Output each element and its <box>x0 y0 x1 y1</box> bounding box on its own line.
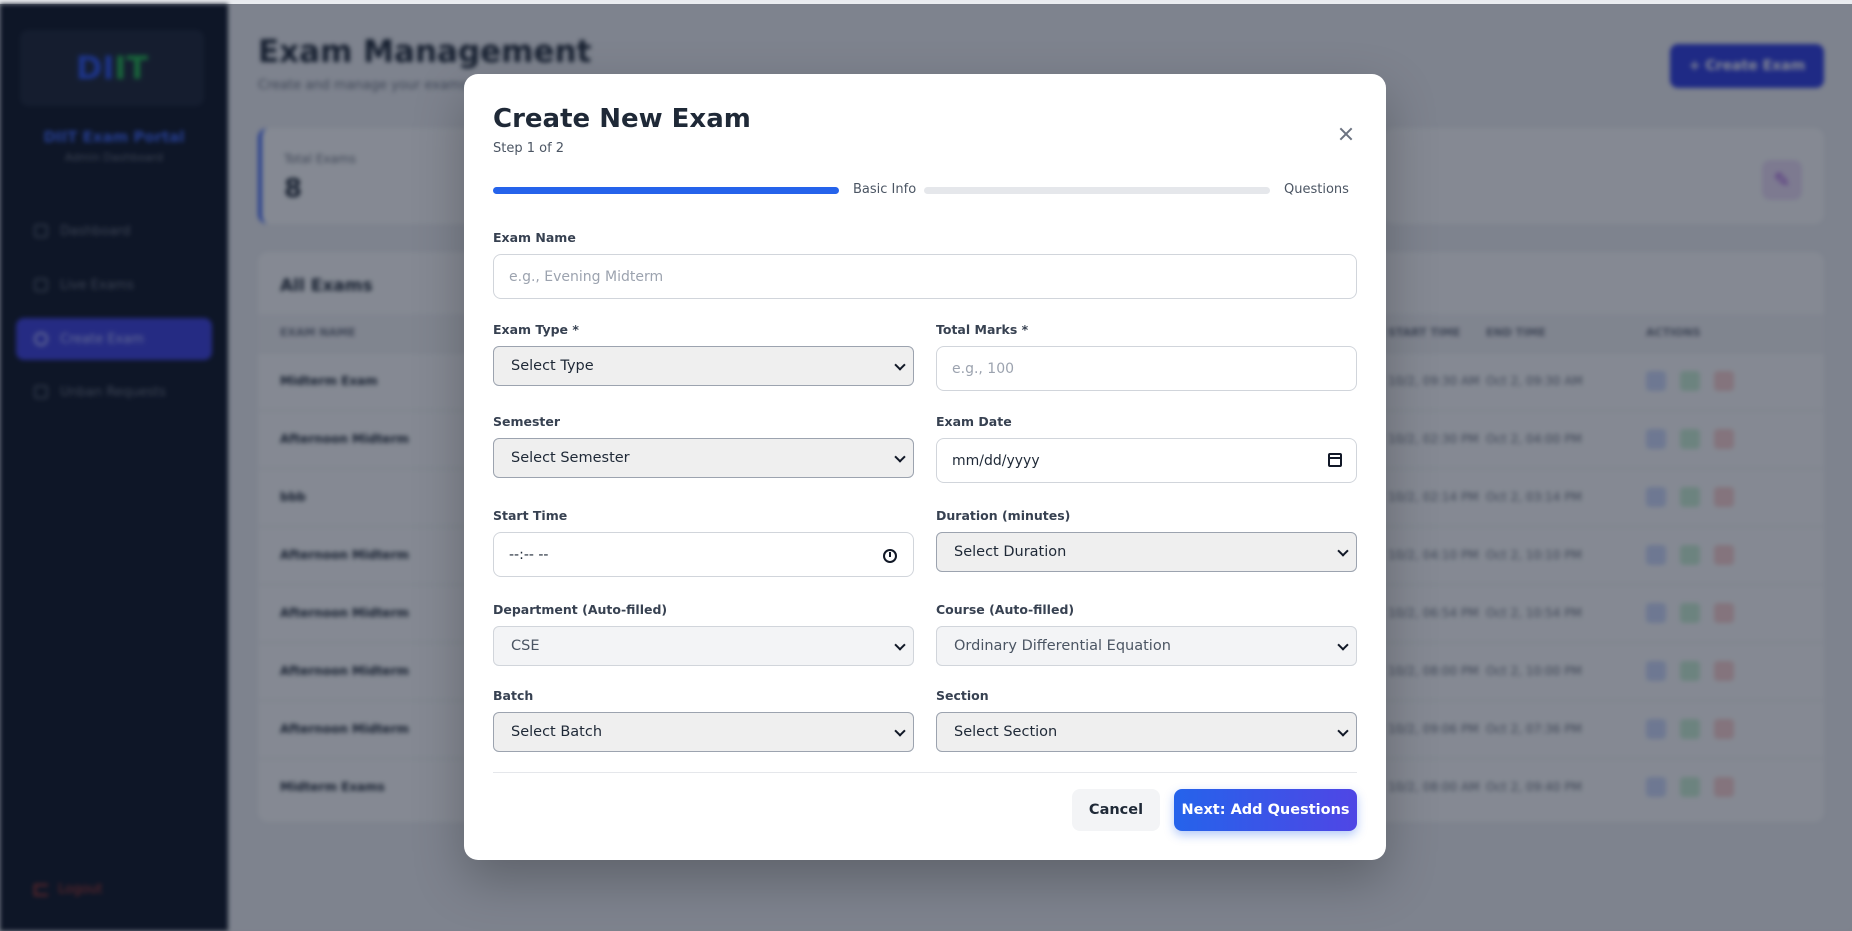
department-select[interactable]: CSE <box>493 626 914 666</box>
exam-date-label: Exam Date <box>936 414 1012 429</box>
chevron-down-icon <box>1337 725 1349 737</box>
total-marks-placeholder: e.g., 100 <box>952 360 1015 377</box>
total-marks-label: Total Marks * <box>936 322 1029 337</box>
semester-select[interactable]: Select Semester <box>493 438 914 478</box>
chevron-down-icon <box>894 725 906 737</box>
course-select[interactable]: Ordinary Differential Equation <box>936 626 1357 666</box>
chevron-down-icon <box>894 639 906 651</box>
batch-select[interactable]: Select Batch <box>493 712 914 752</box>
exam-type-select[interactable]: Select Type <box>493 346 914 386</box>
exam-name-label: Exam Name <box>493 230 576 245</box>
chevron-down-icon <box>894 359 906 371</box>
exam-name-placeholder: e.g., Evening Midterm <box>509 268 664 285</box>
chevron-down-icon <box>1337 639 1349 651</box>
exam-type-label: Exam Type * <box>493 322 579 337</box>
exam-date-input[interactable]: mm/dd/yyyy <box>936 438 1357 483</box>
step-label-basic-info: Basic Info <box>853 182 917 197</box>
next-add-questions-button[interactable]: Next: Add Questions <box>1174 789 1357 831</box>
chevron-down-icon <box>1337 545 1349 557</box>
section-label: Section <box>936 688 989 703</box>
clock-icon[interactable] <box>883 549 897 563</box>
step-label-questions: Questions <box>1284 182 1349 197</box>
start-time-label: Start Time <box>493 508 568 523</box>
footer-divider <box>493 772 1357 773</box>
duration-select[interactable]: Select Duration <box>936 532 1357 572</box>
semester-label: Semester <box>493 414 561 429</box>
step-indicator: Step 1 of 2 <box>493 141 565 156</box>
close-icon[interactable] <box>1332 120 1360 148</box>
exam-name-input[interactable]: e.g., Evening Midterm <box>493 254 1357 299</box>
batch-label: Batch <box>493 688 534 703</box>
create-exam-modal: Create New Exam Step 1 of 2 Basic Info Q… <box>464 74 1386 860</box>
duration-label: Duration (minutes) <box>936 508 1071 523</box>
chevron-down-icon <box>894 451 906 463</box>
total-marks-input[interactable]: e.g., 100 <box>936 346 1357 391</box>
cancel-button[interactable]: Cancel <box>1072 789 1160 831</box>
modal-title: Create New Exam <box>493 104 751 134</box>
section-select[interactable]: Select Section <box>936 712 1357 752</box>
progress-bar-step-1 <box>493 187 839 194</box>
progress-stepper: Basic Info Questions <box>493 182 1357 198</box>
course-label: Course (Auto-filled) <box>936 602 1075 617</box>
calendar-icon[interactable] <box>1328 453 1342 467</box>
start-time-input[interactable]: --:-- -- <box>493 532 914 577</box>
progress-bar-step-2 <box>924 187 1270 194</box>
department-label: Department (Auto-filled) <box>493 602 668 617</box>
